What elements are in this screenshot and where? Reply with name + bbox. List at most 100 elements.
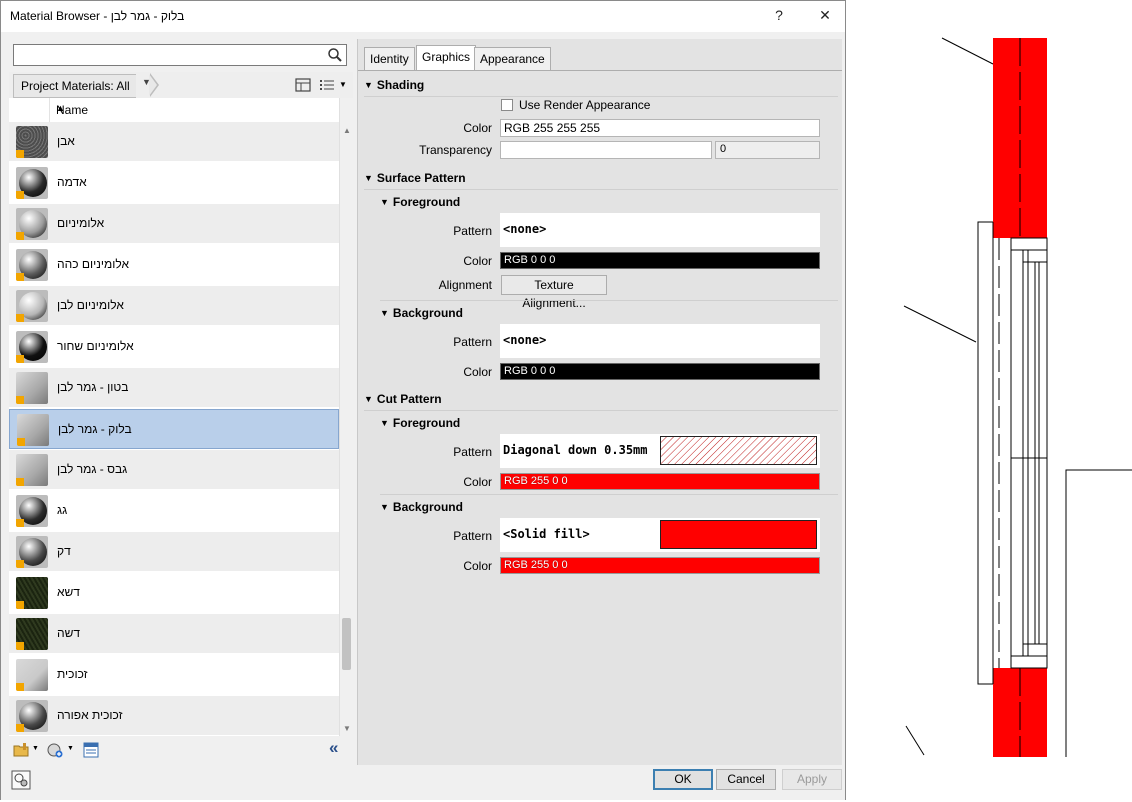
subsection-surface-background[interactable]: ▼ Background	[380, 302, 836, 324]
leader-line	[905, 725, 925, 756]
use-render-appearance-label: Use Render Appearance	[519, 98, 651, 112]
list-item[interactable]: אדמה	[9, 163, 339, 203]
collapse-triangle-icon[interactable]: ▼	[380, 418, 389, 428]
transparency-value-field[interactable]: 0	[715, 141, 820, 159]
material-name: זכוכית	[57, 667, 88, 681]
shading-color-label: Color	[463, 121, 492, 135]
tile-view-icon[interactable]	[295, 77, 311, 93]
list-item[interactable]: דק	[9, 532, 339, 572]
subsection-surface-foreground[interactable]: ▼ Foreground	[380, 191, 836, 213]
double-chevron-left-icon[interactable]: «	[329, 738, 338, 758]
create-menu-chevron-icon[interactable]: ▼	[67, 745, 74, 752]
search-input[interactable]	[18, 47, 322, 65]
search-box[interactable]	[13, 44, 347, 66]
collapse-triangle-icon[interactable]: ▼	[380, 197, 389, 207]
close-button[interactable]: ✕	[815, 7, 835, 24]
chevron-down-icon[interactable]: ▼	[142, 77, 151, 87]
cut-bg-color-swatch[interactable]: RGB 255 0 0	[500, 557, 820, 574]
magnifier-icon[interactable]	[326, 46, 344, 64]
tab-identity[interactable]: Identity	[364, 47, 415, 70]
scroll-up-icon[interactable]: ▲	[343, 126, 351, 135]
collapse-triangle-icon[interactable]: ▼	[364, 80, 373, 90]
surface-bg-pattern-field[interactable]: <none>	[500, 324, 820, 358]
surface-fg-pattern-field[interactable]: <none>	[500, 213, 820, 247]
material-thumbnail	[16, 700, 48, 732]
tab-appearance[interactable]: Appearance	[474, 47, 551, 70]
section-surface-pattern[interactable]: ▼ Surface Pattern	[364, 167, 838, 190]
list-item[interactable]: אבן	[9, 122, 339, 162]
collapse-triangle-icon[interactable]: ▼	[364, 394, 373, 404]
cut-fg-pattern-label: Pattern	[453, 445, 492, 459]
list-item[interactable]: אלומיניום לבן	[9, 286, 339, 326]
name-column-header[interactable]: Name ▲	[49, 98, 340, 122]
library-menu-chevron-icon[interactable]: ▼	[32, 745, 39, 752]
asset-browser-icon[interactable]	[83, 742, 99, 758]
material-thumbnail	[17, 414, 49, 446]
material-name: זכוכית אפורה	[57, 708, 123, 722]
apply-button[interactable]: Apply	[782, 769, 842, 790]
cad-drawing-view[interactable]	[848, 0, 1132, 802]
transparency-value: 0	[720, 143, 727, 155]
texture-alignment-button[interactable]: Texture Alignment...	[501, 275, 607, 310]
collapse-triangle-icon[interactable]: ▼	[380, 502, 389, 512]
subsection-cut-foreground[interactable]: ▼ Foreground	[380, 412, 836, 434]
transparency-slider[interactable]	[500, 141, 712, 159]
collapse-triangle-icon[interactable]: ▼	[364, 173, 373, 183]
folder-library-icon[interactable]	[13, 742, 29, 758]
material-name: אלומיניום כהה	[57, 257, 130, 271]
frame-outline	[977, 221, 993, 685]
material-thumbnail	[16, 290, 48, 322]
material-name: דשה	[57, 626, 81, 640]
material-editor-icon[interactable]	[11, 770, 31, 790]
list-scrollbar[interactable]: ▲ ▼	[339, 98, 354, 736]
tab-identity-label: Identity	[370, 52, 409, 66]
surface-fg-color-swatch[interactable]: RGB 0 0 0	[500, 252, 820, 269]
surface-bg-color-value: RGB 0 0 0	[504, 365, 556, 377]
collapse-triangle-icon[interactable]: ▼	[380, 308, 389, 318]
surface-bg-color-swatch[interactable]: RGB 0 0 0	[500, 363, 820, 380]
shading-color-field[interactable]: RGB 255 255 255	[500, 119, 820, 137]
list-item[interactable]: דשה	[9, 614, 339, 654]
help-button[interactable]: ?	[769, 7, 789, 23]
section-shading[interactable]: ▼ Shading	[364, 74, 838, 97]
cut-bg-pattern-label: Pattern	[453, 529, 492, 543]
window-frame	[1010, 237, 1048, 669]
cancel-button[interactable]: Cancel	[716, 769, 776, 790]
list-item[interactable]: דשא	[9, 573, 339, 613]
material-badge-icon	[16, 642, 24, 650]
material-badge-icon	[16, 150, 24, 158]
material-thumbnail	[16, 126, 48, 158]
scroll-thumb[interactable]	[342, 618, 351, 670]
scroll-down-icon[interactable]: ▼	[343, 724, 351, 733]
cut-fg-pattern-field[interactable]: Diagonal down 0.35mm	[500, 434, 820, 468]
material-name: אלומיניום שחור	[57, 339, 134, 353]
transparency-label: Transparency	[419, 143, 492, 157]
use-render-appearance-checkbox[interactable]	[501, 99, 513, 111]
title-bar[interactable]: Material Browser - בלוק - גמר לבן ? ✕	[1, 1, 845, 32]
subsection-cut-background[interactable]: ▼ Background	[380, 496, 836, 518]
surface-bg-color-label: Color	[463, 365, 492, 379]
list-item[interactable]: בלוק - גמר לבן	[9, 409, 339, 449]
breadcrumb-project-materials[interactable]: Project Materials: All	[13, 74, 136, 98]
view-options-chevron-icon[interactable]: ▼	[339, 80, 347, 89]
list-view-icon[interactable]	[319, 77, 335, 93]
list-item[interactable]: אלומיניום כהה	[9, 245, 339, 285]
list-header: Name ▲	[9, 98, 339, 123]
divider	[380, 300, 838, 301]
section-cut-pattern[interactable]: ▼ Cut Pattern	[364, 388, 838, 411]
cut-fg-color-swatch[interactable]: RGB 255 0 0	[500, 473, 820, 490]
cut-bg-pattern-field[interactable]: <Solid fill>	[500, 518, 820, 552]
globe-add-icon[interactable]	[47, 742, 63, 758]
list-item[interactable]: זכוכית אפורה	[9, 696, 339, 736]
list-item[interactable]: גבס - גמר לבן	[9, 450, 339, 490]
material-badge-icon	[16, 396, 24, 404]
material-browser-dialog: Material Browser - בלוק - גמר לבן ? ✕ Pr…	[0, 0, 846, 800]
tab-graphics[interactable]: Graphics	[416, 45, 477, 71]
material-list: אבן אדמה אלומיניום אלומיניום כהה אלומיניום ל…	[9, 122, 339, 736]
list-item[interactable]: בטון - גמר לבן	[9, 368, 339, 408]
list-item[interactable]: גג	[9, 491, 339, 531]
list-item[interactable]: זכוכית	[9, 655, 339, 695]
list-item[interactable]: אלומיניום שחור	[9, 327, 339, 367]
list-item[interactable]: אלומיניום	[9, 204, 339, 244]
ok-button[interactable]: OK	[653, 769, 713, 790]
